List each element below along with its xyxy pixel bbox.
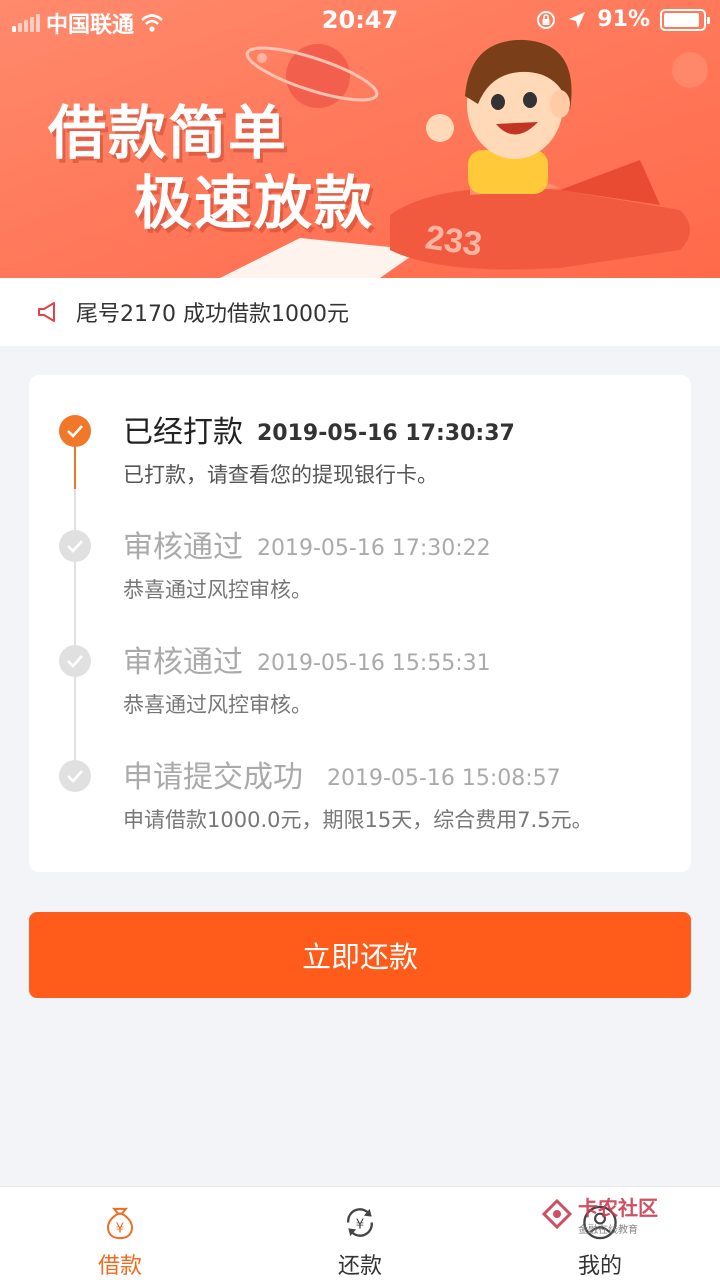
svg-text:¥: ¥ bbox=[356, 1216, 365, 1232]
megaphone-icon bbox=[38, 302, 55, 322]
step-desc: 申请借款1000.0元，期限15天，综合费用7.5元。 bbox=[123, 808, 593, 832]
watermark-subtitle: 金融在线教育 bbox=[578, 1225, 638, 1236]
tab-label: 还款 bbox=[337, 1254, 382, 1279]
check-circle-icon bbox=[59, 645, 91, 677]
step-time: 2019-05-16 17:30:22 bbox=[257, 536, 491, 561]
tab-borrow[interactable]: ¥ 借款 bbox=[0, 1187, 240, 1280]
step-title: 已经打款 bbox=[123, 415, 243, 450]
tab-repay[interactable]: ¥ 还款 bbox=[240, 1187, 480, 1280]
rotation-lock-icon bbox=[537, 10, 556, 29]
watermark: 卡农社区 金融在线教育 bbox=[540, 1192, 658, 1236]
step-time: 2019-05-16 15:08:57 bbox=[327, 766, 561, 791]
battery-icon bbox=[660, 8, 710, 31]
step-time: 2019-05-16 15:55:31 bbox=[257, 651, 491, 676]
watermark-title: 卡农社区 bbox=[578, 1196, 658, 1220]
tab-label: 借款 bbox=[97, 1254, 142, 1279]
step-title: 审核通过 bbox=[123, 645, 243, 680]
step-time: 2019-05-16 17:30:37 bbox=[257, 421, 515, 446]
check-circle-icon bbox=[59, 530, 91, 562]
tab-label: 我的 bbox=[577, 1254, 622, 1279]
repay-now-button[interactable]: 立即还款 bbox=[29, 912, 691, 998]
check-circle-icon bbox=[59, 760, 91, 792]
yuan-refresh-icon: ¥ bbox=[347, 1208, 373, 1237]
notice-bar: 尾号2170 成功借款1000元 bbox=[0, 278, 720, 346]
loan-status-card: 已经打款 2019-05-16 17:30:37 已打款，请查看您的提现银行卡。… bbox=[29, 375, 691, 872]
svg-text:233: 233 bbox=[423, 218, 484, 264]
banner-subheadline: 极速放款 bbox=[134, 169, 375, 237]
step-title: 申请提交成功 bbox=[123, 760, 303, 795]
step-desc: 恭喜通过风控审核。 bbox=[123, 693, 312, 717]
money-bag-icon: ¥ bbox=[107, 1207, 133, 1240]
step-desc: 已打款，请查看您的提现银行卡。 bbox=[123, 463, 438, 487]
location-arrow-icon bbox=[569, 11, 586, 28]
svg-text:¥: ¥ bbox=[116, 1220, 125, 1236]
notice-text: 尾号2170 成功借款1000元 bbox=[76, 302, 349, 327]
promo-banner[interactable]: 233 借款简单 极速放款 bbox=[0, 0, 720, 278]
status-bar: 中国联通 20:47 91% bbox=[0, 0, 720, 40]
battery-percent: 91% bbox=[597, 7, 650, 32]
check-circle-icon bbox=[59, 415, 91, 447]
watermark-logo-icon bbox=[541, 1198, 573, 1230]
step-title: 审核通过 bbox=[123, 530, 243, 565]
step-desc: 恭喜通过风控审核。 bbox=[123, 578, 312, 602]
